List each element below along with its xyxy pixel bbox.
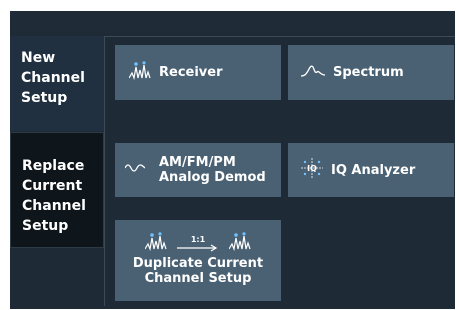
iq-analyzer-icon: IQ	[301, 158, 323, 182]
duplicate-arrow: 1:1	[177, 236, 219, 252]
receiver-label: Receiver	[159, 65, 223, 80]
receiver-icon	[128, 60, 151, 85]
arrow-right-icon	[177, 244, 218, 252]
analog-demod-label: AM/FM/PM Analog Demod	[159, 155, 266, 185]
rail-replace-channel-label: Replace Current Channel Setup	[22, 158, 86, 234]
iq-analyzer-button[interactable]: IQ IQ Analyzer	[288, 143, 454, 197]
duplicate-line1: Duplicate Current	[132, 256, 264, 271]
spectrum-button[interactable]: Spectrum	[288, 45, 454, 100]
spectrum-icon	[300, 62, 326, 84]
duplicate-label: Duplicate Current Channel Setup	[133, 256, 263, 286]
iq-analyzer-label: IQ Analyzer	[331, 162, 416, 178]
analog-demod-icon	[124, 161, 146, 179]
spectrum-label: Spectrum	[333, 65, 404, 80]
analog-demod-button[interactable]: AM/FM/PM Analog Demod	[115, 143, 281, 197]
rail-new-channel-label: New Channel Setup	[21, 50, 85, 106]
analog-demod-line1: AM/FM/PM	[159, 155, 236, 170]
duplicate-channel-button[interactable]: 1:1 Duplicate Current Channel Setup	[115, 220, 281, 301]
duplicate-icon: 1:1	[145, 230, 251, 252]
rail-replace-current-channel-setup[interactable]: Replace Current Channel Setup	[10, 132, 104, 248]
dialog-topbar	[10, 11, 455, 32]
analog-demod-line2: Analog Demod	[159, 170, 266, 185]
duplicate-ratio-label: 1:1	[190, 235, 206, 244]
receiver-button[interactable]: Receiver	[115, 45, 281, 100]
duplicate-line2: Channel Setup	[144, 271, 252, 286]
svg-text:IQ: IQ	[307, 164, 317, 173]
rail-new-channel-setup[interactable]: New Channel Setup	[10, 36, 104, 131]
